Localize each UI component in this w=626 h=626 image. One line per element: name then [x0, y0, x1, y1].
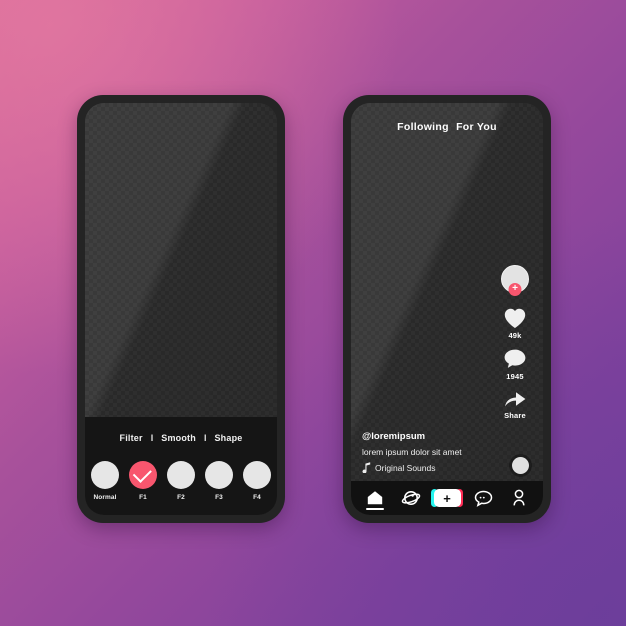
comment-count: 1945: [506, 372, 524, 381]
author-handle[interactable]: @loremipsum: [362, 431, 497, 442]
filter-option-normal[interactable]: Normal: [90, 461, 120, 501]
feed-header: Following For You: [351, 121, 543, 133]
filter-swatch-f1[interactable]: [129, 461, 157, 489]
filter-option-f2[interactable]: F2: [166, 461, 196, 501]
filter-swatch-f2[interactable]: [167, 461, 195, 489]
rail-item-share[interactable]: Share: [503, 389, 527, 420]
avatar-wrapper[interactable]: +: [501, 265, 529, 299]
tab-shape[interactable]: Shape: [206, 433, 250, 443]
share-label: Share: [504, 411, 526, 420]
phone-screen-filter: Filter I Smooth I Shape Normal F1 F2 F3 …: [85, 103, 277, 515]
nav-item-home[interactable]: [360, 485, 390, 511]
tab-following[interactable]: Following: [395, 121, 451, 133]
filter-swatch-row: Normal F1 F2 F3 F4: [85, 453, 277, 501]
comment-icon[interactable]: [503, 348, 527, 370]
bottom-nav: +: [351, 481, 543, 515]
rail-item-profile[interactable]: +: [501, 265, 529, 299]
caption-block: @loremipsum lorem ipsum dolor sit amet O…: [362, 431, 497, 473]
phone-mockup-filter: Filter I Smooth I Shape Normal F1 F2 F3 …: [77, 95, 285, 523]
filter-label-f1: F1: [139, 494, 147, 501]
create-plus-button[interactable]: +: [431, 489, 463, 507]
tab-filter[interactable]: Filter: [112, 433, 151, 443]
compass-planet-icon[interactable]: [401, 489, 421, 507]
tab-smooth[interactable]: Smooth: [153, 433, 204, 443]
music-note-icon: [362, 462, 371, 473]
nav-item-discover[interactable]: [396, 485, 426, 511]
app-background: Filter I Smooth I Shape Normal F1 F2 F3 …: [0, 0, 626, 626]
nav-item-inbox[interactable]: [468, 485, 498, 511]
filter-swatch-f4[interactable]: [243, 461, 271, 489]
home-icon[interactable]: [366, 490, 384, 506]
filter-label-f2: F2: [177, 494, 185, 501]
filter-tab-bar: Filter I Smooth I Shape: [85, 417, 277, 453]
follow-plus-icon[interactable]: +: [508, 283, 522, 296]
filter-option-f4[interactable]: F4: [242, 461, 272, 501]
nav-item-profile[interactable]: [504, 485, 534, 511]
like-count: 49k: [508, 331, 522, 340]
tab-for-you[interactable]: For You: [454, 121, 499, 133]
tab-separator-1: I: [150, 433, 154, 443]
filter-option-f3[interactable]: F3: [204, 461, 234, 501]
music-disc[interactable]: [512, 457, 529, 474]
share-arrow-icon[interactable]: [503, 389, 527, 409]
music-title: Original Sounds: [375, 462, 436, 473]
filter-option-f1[interactable]: F1: [128, 461, 158, 501]
filter-panel: Filter I Smooth I Shape Normal F1 F2 F3 …: [85, 417, 277, 515]
filter-swatch-normal[interactable]: [91, 461, 119, 489]
tab-separator-2: I: [203, 433, 207, 443]
rail-item-like[interactable]: 49k: [503, 307, 527, 340]
filter-label-f4: F4: [253, 494, 261, 501]
rail-item-comment[interactable]: 1945: [503, 348, 527, 381]
nav-active-indicator: [366, 508, 384, 510]
person-icon[interactable]: [511, 489, 527, 507]
filter-label-normal: Normal: [93, 494, 117, 501]
phone-mockup-feed: Following For You + 49k 1945 Share @lore…: [343, 95, 551, 523]
nav-item-create[interactable]: +: [431, 485, 463, 511]
caption-text: lorem ipsum dolor sit amet: [362, 447, 462, 457]
music-row[interactable]: Original Sounds: [362, 462, 497, 473]
chat-bubble-icon[interactable]: [474, 490, 493, 507]
phone-screen-feed: Following For You + 49k 1945 Share @lore…: [351, 103, 543, 515]
filter-swatch-f3[interactable]: [205, 461, 233, 489]
action-rail: + 49k 1945 Share: [496, 265, 534, 428]
check-icon: [132, 463, 152, 483]
filter-label-f3: F3: [215, 494, 223, 501]
heart-icon[interactable]: [503, 307, 527, 329]
